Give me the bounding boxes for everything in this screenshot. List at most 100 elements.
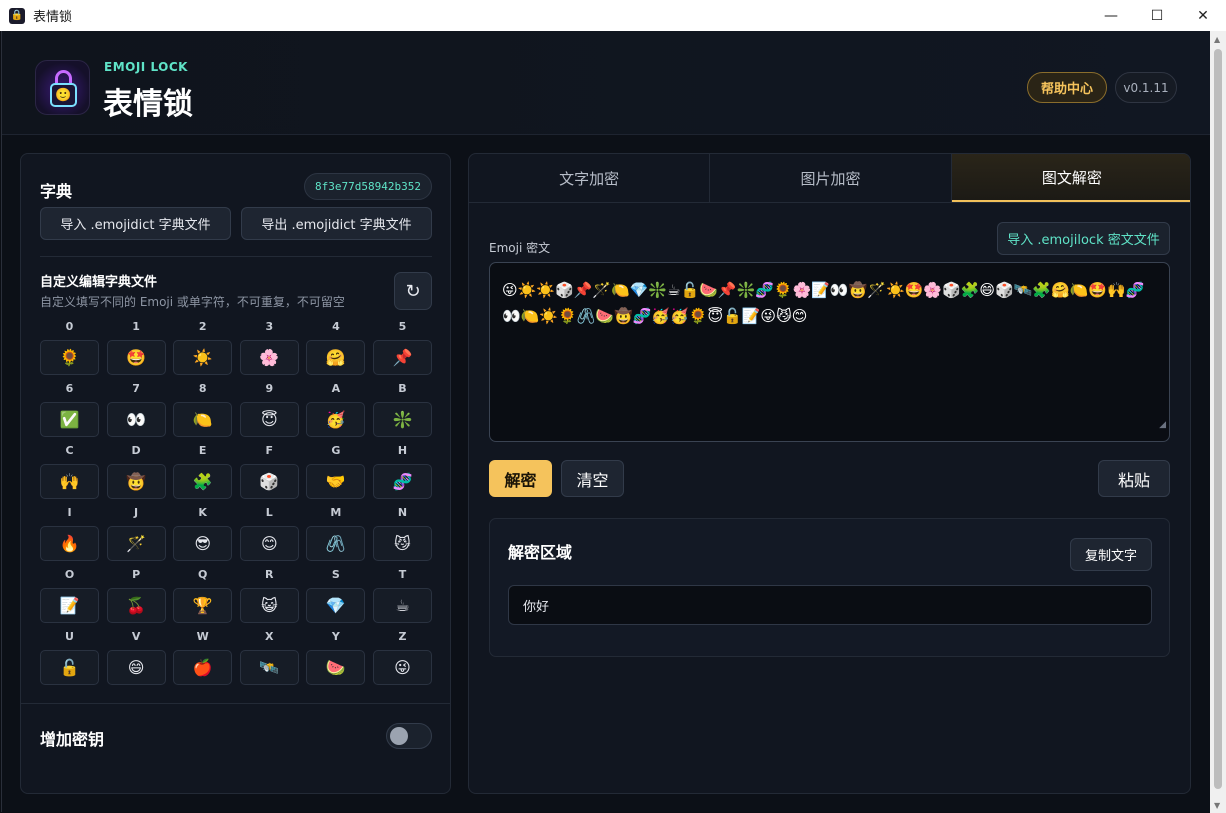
- minimize-icon[interactable]: —: [1088, 0, 1134, 31]
- dict-cell-emoji-input[interactable]: 🌻: [40, 340, 99, 375]
- resize-grip-icon[interactable]: ◢: [1159, 412, 1166, 438]
- dict-cell-emoji-input[interactable]: ☕: [373, 588, 432, 623]
- add-key-toggle[interactable]: [386, 723, 432, 749]
- dict-cell-emoji-input[interactable]: 🍒: [106, 588, 166, 623]
- dict-cell-key: T: [398, 568, 407, 581]
- maximize-icon[interactable]: ☐: [1134, 0, 1180, 31]
- dict-cell-emoji-input[interactable]: 🪄: [106, 526, 166, 561]
- cipher-input[interactable]: 😜☀️☀️🎲📌🪄🍋💎❇️☕🔓🍉📌❇️🧬🌻🌸📝👀🤠🪄☀️🤩🌸🎲🧩😄🎲🛰️🧩🤗🍋🤩🙌…: [489, 262, 1170, 442]
- dict-cell-emoji-input[interactable]: 🙌: [40, 464, 99, 499]
- dictionary-panel: 字典 8f3e77d58942b352 导入 .emojidict 字典文件 导…: [20, 153, 451, 794]
- close-icon[interactable]: ✕: [1180, 0, 1226, 31]
- refresh-icon: ↻: [405, 280, 421, 302]
- dict-cell-emoji-input[interactable]: 📌: [373, 340, 432, 375]
- result-output[interactable]: 你好: [508, 585, 1152, 625]
- dict-cell-emoji-input[interactable]: 🥳: [306, 402, 366, 437]
- help-center-button[interactable]: 帮助中心: [1027, 72, 1107, 103]
- tab-text-encrypt[interactable]: 文字加密: [469, 154, 711, 202]
- dict-cell-key: 3: [265, 320, 274, 333]
- dict-cell-emoji-input[interactable]: 🔓: [40, 650, 99, 685]
- dict-cell-key: W: [196, 630, 209, 643]
- dict-cell-emoji-input[interactable]: 😊: [239, 526, 299, 561]
- dict-cell-emoji-input[interactable]: 🍋: [173, 402, 233, 437]
- refresh-button[interactable]: ↻: [394, 272, 432, 310]
- dict-cell: M 🖇️: [306, 506, 366, 561]
- dict-cell: L 😊: [239, 506, 299, 561]
- brand-title: 表情锁: [103, 87, 193, 122]
- copy-text-button[interactable]: 复制文字: [1070, 538, 1152, 571]
- dict-cell: 6 ✅: [40, 382, 99, 437]
- tab-decrypt[interactable]: 图文解密: [951, 154, 1190, 202]
- dictionary-hash-badge: 8f3e77d58942b352: [304, 173, 432, 200]
- scroll-down-icon[interactable]: ▼: [1214, 801, 1222, 810]
- dict-cell-key: S: [331, 568, 340, 581]
- dict-cell-emoji-input[interactable]: 🌸: [239, 340, 299, 375]
- dict-cell: Z 😜: [373, 630, 432, 685]
- import-cipher-button[interactable]: 导入 .emojilock 密文文件: [997, 222, 1170, 255]
- dict-cell-key: 2: [198, 320, 207, 333]
- window-scrollbar[interactable]: ▲ ▼: [1210, 31, 1226, 813]
- dict-cell-key: H: [397, 444, 408, 457]
- dict-cell-emoji-input[interactable]: ☀️: [173, 340, 233, 375]
- dict-cell-emoji-input[interactable]: 📝: [40, 588, 99, 623]
- dict-cell-emoji-input[interactable]: 🧩: [173, 464, 233, 499]
- dict-cell-emoji-input[interactable]: ✅: [40, 402, 99, 437]
- dict-cell: V 😄: [106, 630, 166, 685]
- paste-button[interactable]: 粘贴: [1098, 460, 1170, 497]
- dict-cell: B ❇️: [373, 382, 432, 437]
- dict-cell-emoji-input[interactable]: 🎲: [239, 464, 299, 499]
- app-root: 🙂 EMOJI LOCK 表情锁 帮助中心 v0.1.11 字典 8f3e77d…: [1, 31, 1211, 812]
- dict-cell-emoji-input[interactable]: 🍎: [173, 650, 233, 685]
- dict-cell-emoji-input[interactable]: 🏆: [173, 588, 233, 623]
- dict-cell: O 📝: [40, 568, 99, 623]
- clear-button[interactable]: 清空: [561, 460, 624, 497]
- dict-cell-key: Y: [331, 630, 340, 643]
- dict-cell: C 🙌: [40, 444, 99, 499]
- dict-cell-emoji-input[interactable]: 🤩: [106, 340, 166, 375]
- dict-cell-key: E: [198, 444, 207, 457]
- dict-cell-key: M: [330, 506, 342, 519]
- import-dict-button[interactable]: 导入 .emojidict 字典文件: [40, 207, 231, 240]
- result-title: 解密区域: [508, 543, 573, 562]
- dict-cell-emoji-input[interactable]: 🧬: [373, 464, 432, 499]
- dict-cell-emoji-input[interactable]: 😼: [373, 526, 432, 561]
- dict-cell: 2 ☀️: [173, 320, 233, 375]
- dict-cell-emoji-input[interactable]: 🍉: [306, 650, 366, 685]
- dict-cell-emoji-input[interactable]: ❇️: [373, 402, 432, 437]
- dict-cell-emoji-input[interactable]: 😜: [373, 650, 432, 685]
- dict-cell-key: N: [397, 506, 408, 519]
- dict-cell-emoji-input[interactable]: 😄: [106, 650, 166, 685]
- decrypt-button[interactable]: 解密: [489, 460, 552, 497]
- dict-cell-key: D: [131, 444, 141, 457]
- dict-cell: G 🤝: [306, 444, 366, 499]
- dict-cell-emoji-input[interactable]: 🤗: [306, 340, 366, 375]
- dict-cell: U 🔓: [40, 630, 99, 685]
- dict-cell: 8 🍋: [173, 382, 233, 437]
- custom-dict-description: 自定义填写不同的 Emoji 或单字符，不可重复，不可留空: [40, 295, 345, 309]
- dict-cell-emoji-input[interactable]: 👀: [106, 402, 166, 437]
- dict-cell-key: J: [134, 506, 139, 519]
- dict-cell-emoji-input[interactable]: 🤠: [106, 464, 166, 499]
- dict-cell-emoji-input[interactable]: 😺: [239, 588, 299, 623]
- export-dict-button[interactable]: 导出 .emojidict 字典文件: [241, 207, 432, 240]
- dict-cell-key: F: [265, 444, 274, 457]
- scroll-up-icon[interactable]: ▲: [1214, 35, 1222, 44]
- dict-cell: N 😼: [373, 506, 432, 561]
- dict-cell: Y 🍉: [306, 630, 366, 685]
- custom-dict-title: 自定义编辑字典文件: [40, 275, 158, 290]
- dict-cell-emoji-input[interactable]: 😎: [173, 526, 233, 561]
- dict-cell-emoji-input[interactable]: 🔥: [40, 526, 99, 561]
- scroll-thumb[interactable]: [1214, 49, 1222, 789]
- window-title: 表情锁: [33, 10, 73, 25]
- dict-cell-emoji-input[interactable]: 😇: [239, 402, 299, 437]
- app-header: 🙂 EMOJI LOCK 表情锁 帮助中心 v0.1.11: [2, 31, 1211, 135]
- dict-cell-emoji-input[interactable]: 🤝: [306, 464, 366, 499]
- dict-cell-emoji-input[interactable]: 🖇️: [306, 526, 366, 561]
- tab-image-encrypt[interactable]: 图片加密: [710, 154, 952, 202]
- dict-cell-emoji-input[interactable]: 🛰️: [239, 650, 299, 685]
- dict-cell-emoji-input[interactable]: 💎: [306, 588, 366, 623]
- window-titlebar: 🔒 表情锁 — ☐ ✕: [0, 0, 1226, 31]
- dict-cell: Q 🏆: [173, 568, 233, 623]
- dict-cell-key: 4: [332, 320, 340, 333]
- dict-cell-key: R: [265, 568, 274, 581]
